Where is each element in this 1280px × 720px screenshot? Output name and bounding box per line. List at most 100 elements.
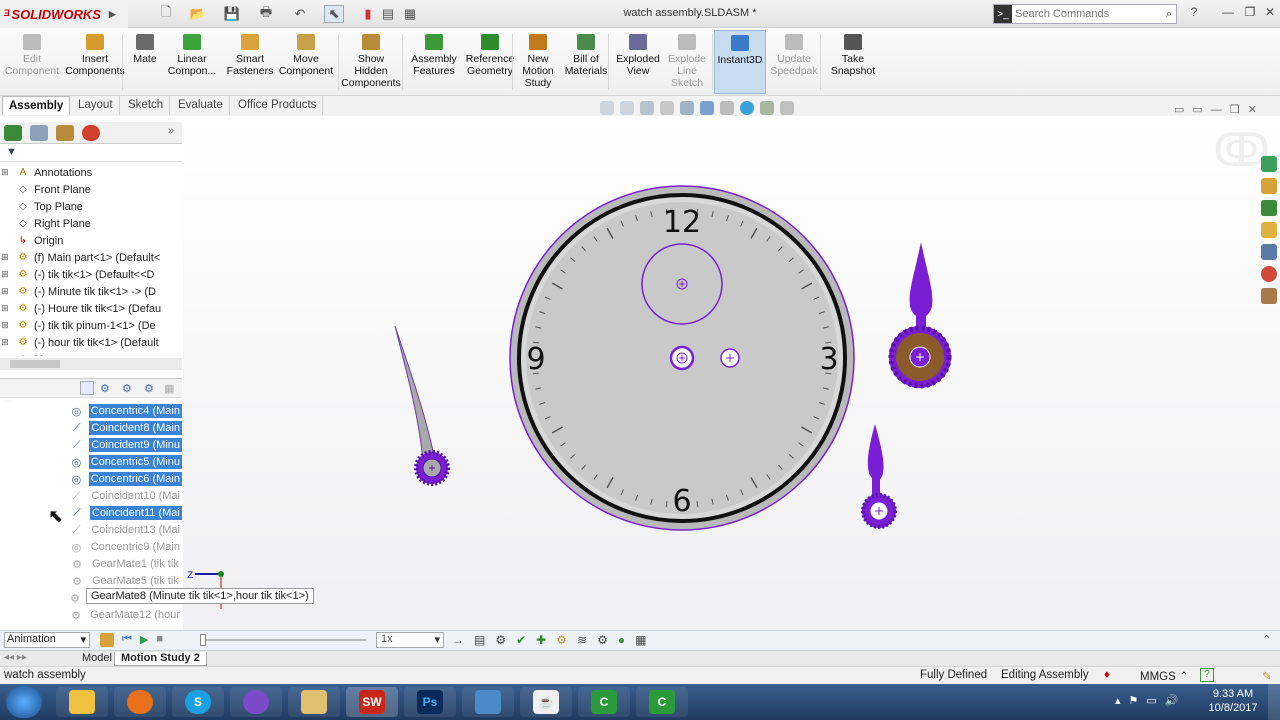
add-key-icon[interactable]: ✚ [536,633,546,647]
appearances-icon[interactable] [1261,244,1277,260]
tree-item-annotations[interactable]: ⊞ A Annotations [0,164,182,181]
insert-components-button[interactable]: Insert Components [62,30,128,94]
show-desktop-button[interactable] [1268,684,1280,720]
hide-show-items-icon[interactable] [720,101,734,115]
playback-slider[interactable] [200,634,366,646]
exploded-view-button[interactable]: Exploded View [614,30,662,94]
file-properties-icon[interactable]: ▤ [378,5,398,23]
linear-component-button[interactable]: Linear Compon... [164,30,220,94]
tab-layout[interactable]: Layout [72,96,120,115]
forum-icon[interactable] [1261,288,1277,304]
save-animation-icon[interactable]: ▤ [474,633,485,647]
previous-view-icon[interactable] [640,101,654,115]
tree-item-right-plane[interactable]: ◇ Right Plane [0,215,182,232]
tab-motion-study-2[interactable]: Motion Study 2 [114,652,207,666]
edit-appearance-icon[interactable] [740,101,754,115]
model-view[interactable]: 12 3 6 9 Z ↂ [183,116,1280,630]
component-filter-icon[interactable]: ⚙ [122,382,132,395]
tree-filter-row[interactable]: ▼ [0,146,182,162]
minimize-button[interactable]: — [1218,5,1238,21]
print-icon[interactable]: 🖶 [256,4,276,23]
mate-item[interactable]: ⚙ GearMate1 (tik tik [0,555,182,572]
view-palette-icon[interactable] [1261,222,1277,238]
mate-item[interactable]: ⟋ Coincident9 (Minu [0,436,182,453]
edit-component-button[interactable]: Edit Component [4,30,60,94]
gear-filter-icon[interactable]: ⚙ [100,382,110,395]
help-icon[interactable]: ? [1184,5,1204,21]
collapse-motion-manager-icon[interactable]: ⌃ [1262,633,1271,646]
explode-line-sketch-button[interactable]: Explode Line Sketch [664,30,710,94]
play-from-start-icon[interactable]: ⏮ [122,633,132,647]
tree-item-tik-tik-1-default-d[interactable]: ⊞ ⚙ (-) tik tik<1> (Default<<D [0,266,182,283]
new-motion-study-button[interactable]: New Motion Study [518,30,558,94]
filter-toggle-icon[interactable] [80,381,94,395]
display-style-icon[interactable] [700,101,714,115]
mate-item[interactable]: ⟋ Coincident13 (Mai [0,521,182,538]
view-orientation-icon[interactable] [680,101,694,115]
motor-icon[interactable]: ⚙ [556,633,567,647]
options-icon[interactable]: ▦ [400,5,420,23]
mate-filter-icon[interactable]: ⚙ [144,382,154,395]
configuration-manager-icon[interactable] [56,125,74,141]
taskbar-explorer[interactable] [56,687,108,717]
small-hand-gear-part[interactable] [861,424,897,529]
restore-button[interactable]: ❐ [1240,5,1260,21]
tree-expander-icon[interactable]: ⊞ [0,167,10,178]
solidworks-logo[interactable]: ᴲ SOLIDWORKS ▸ [0,0,128,28]
contact-icon[interactable]: ⚙ [597,633,608,647]
graphics-area[interactable]: 12 3 6 9 Z ↂ [183,116,1280,630]
tree-horizontal-scrollbar[interactable] [0,358,182,370]
close-button[interactable]: ✕ [1260,5,1280,21]
design-library-icon[interactable] [1261,178,1277,194]
undo-icon[interactable]: ↶ [290,5,310,23]
taskbar-photoshop[interactable]: Ps [404,687,456,717]
tree-expander-icon[interactable]: ⊞ [0,320,10,331]
search-icon[interactable]: ⌕ [1166,8,1172,21]
autokey-icon[interactable]: ✔ [516,633,526,647]
taskbar-viber[interactable] [230,687,282,717]
tree-expander-icon[interactable]: ⊞ [0,286,10,297]
show-hidden-components-button[interactable]: Show Hidden Components [340,30,402,94]
results-plots-icon[interactable]: ▦ [635,633,646,647]
mate-item[interactable]: ◎ Concentric4 (Main [0,402,182,419]
display-manager-icon[interactable] [82,125,100,141]
minute-hand-part[interactable] [394,325,450,486]
open-folder-icon[interactable]: 📂 [188,5,208,23]
file-explorer-icon[interactable] [1261,200,1277,216]
mate-item[interactable]: ⚙ GearMate12 (hour [0,606,182,623]
calculate-icon[interactable] [100,633,114,647]
study-type-select[interactable]: Animation ▾ [4,632,90,648]
apply-scene-icon[interactable] [760,101,774,115]
feature-manager-tree-icon[interactable] [4,125,22,141]
move-component-button[interactable]: Move Component [276,30,336,94]
mate-item[interactable]: ⟋ Coincident11 (Mai [0,504,182,521]
tab-office-products[interactable]: Office Products [232,96,324,115]
tree-expander-icon[interactable]: ⊞ [0,252,10,263]
play-icon[interactable]: ▶ [140,633,148,647]
reference-geometry-button[interactable]: Reference Geometry [462,30,518,94]
system-tray-icons[interactable]: ▴⚑▭🔊 [1115,694,1186,707]
taskbar-remote[interactable] [462,687,514,717]
notification-icon[interactable]: ✎ [1262,669,1272,683]
taskbar-firefox[interactable] [114,687,166,717]
tree-item-f-main-part-1-default[interactable]: ⊞ ⚙ (f) Main part<1> (Default< [0,249,182,266]
status-help-icon[interactable]: ? [1200,668,1214,682]
tree-item-tik-tik-pinum-1-1-de[interactable]: ⊞ ⚙ (-) tik tik pinum-1<1> (De [0,317,182,334]
units-selector[interactable]: MMGS ⌃ [1140,669,1189,683]
tree-item-houre-tik-tik-1-defau[interactable]: ⊞ ⚙ (-) Houre tik tik<1> (Defau [0,300,182,317]
assembly-features-button[interactable]: Assembly Features [406,30,462,94]
tree-item-hour-tik-tik-1-default[interactable]: ⊞ ⚙ (-) hour tik tik<1> (Default [0,334,182,351]
tab-assembly[interactable]: Assembly [2,96,71,115]
tree-item-top-plane[interactable]: ◇ Top Plane [0,198,182,215]
taskbar-solidworks[interactable]: SW [346,687,398,717]
spring-icon[interactable]: ≋ [577,633,587,647]
mate-item[interactable]: ◎ Concentric9 (Main [0,538,182,555]
rebuild-status-icon[interactable]: ♦ [1104,669,1110,681]
section-view-icon[interactable] [660,101,674,115]
search-commands-input[interactable]: >_ Search Commands ⌕ [993,4,1177,24]
smart-fasteners-button[interactable]: Smart Fasteners [226,30,274,94]
taskbar-clock[interactable]: 9:33 AM 10/8/2017 [1198,687,1268,715]
mate-item[interactable]: ⟋ Coincident8 (Main [0,419,182,436]
tab-model[interactable]: Model [76,652,118,666]
tree-item-mates[interactable]: ⊟ ⊚ Mates [0,351,182,357]
